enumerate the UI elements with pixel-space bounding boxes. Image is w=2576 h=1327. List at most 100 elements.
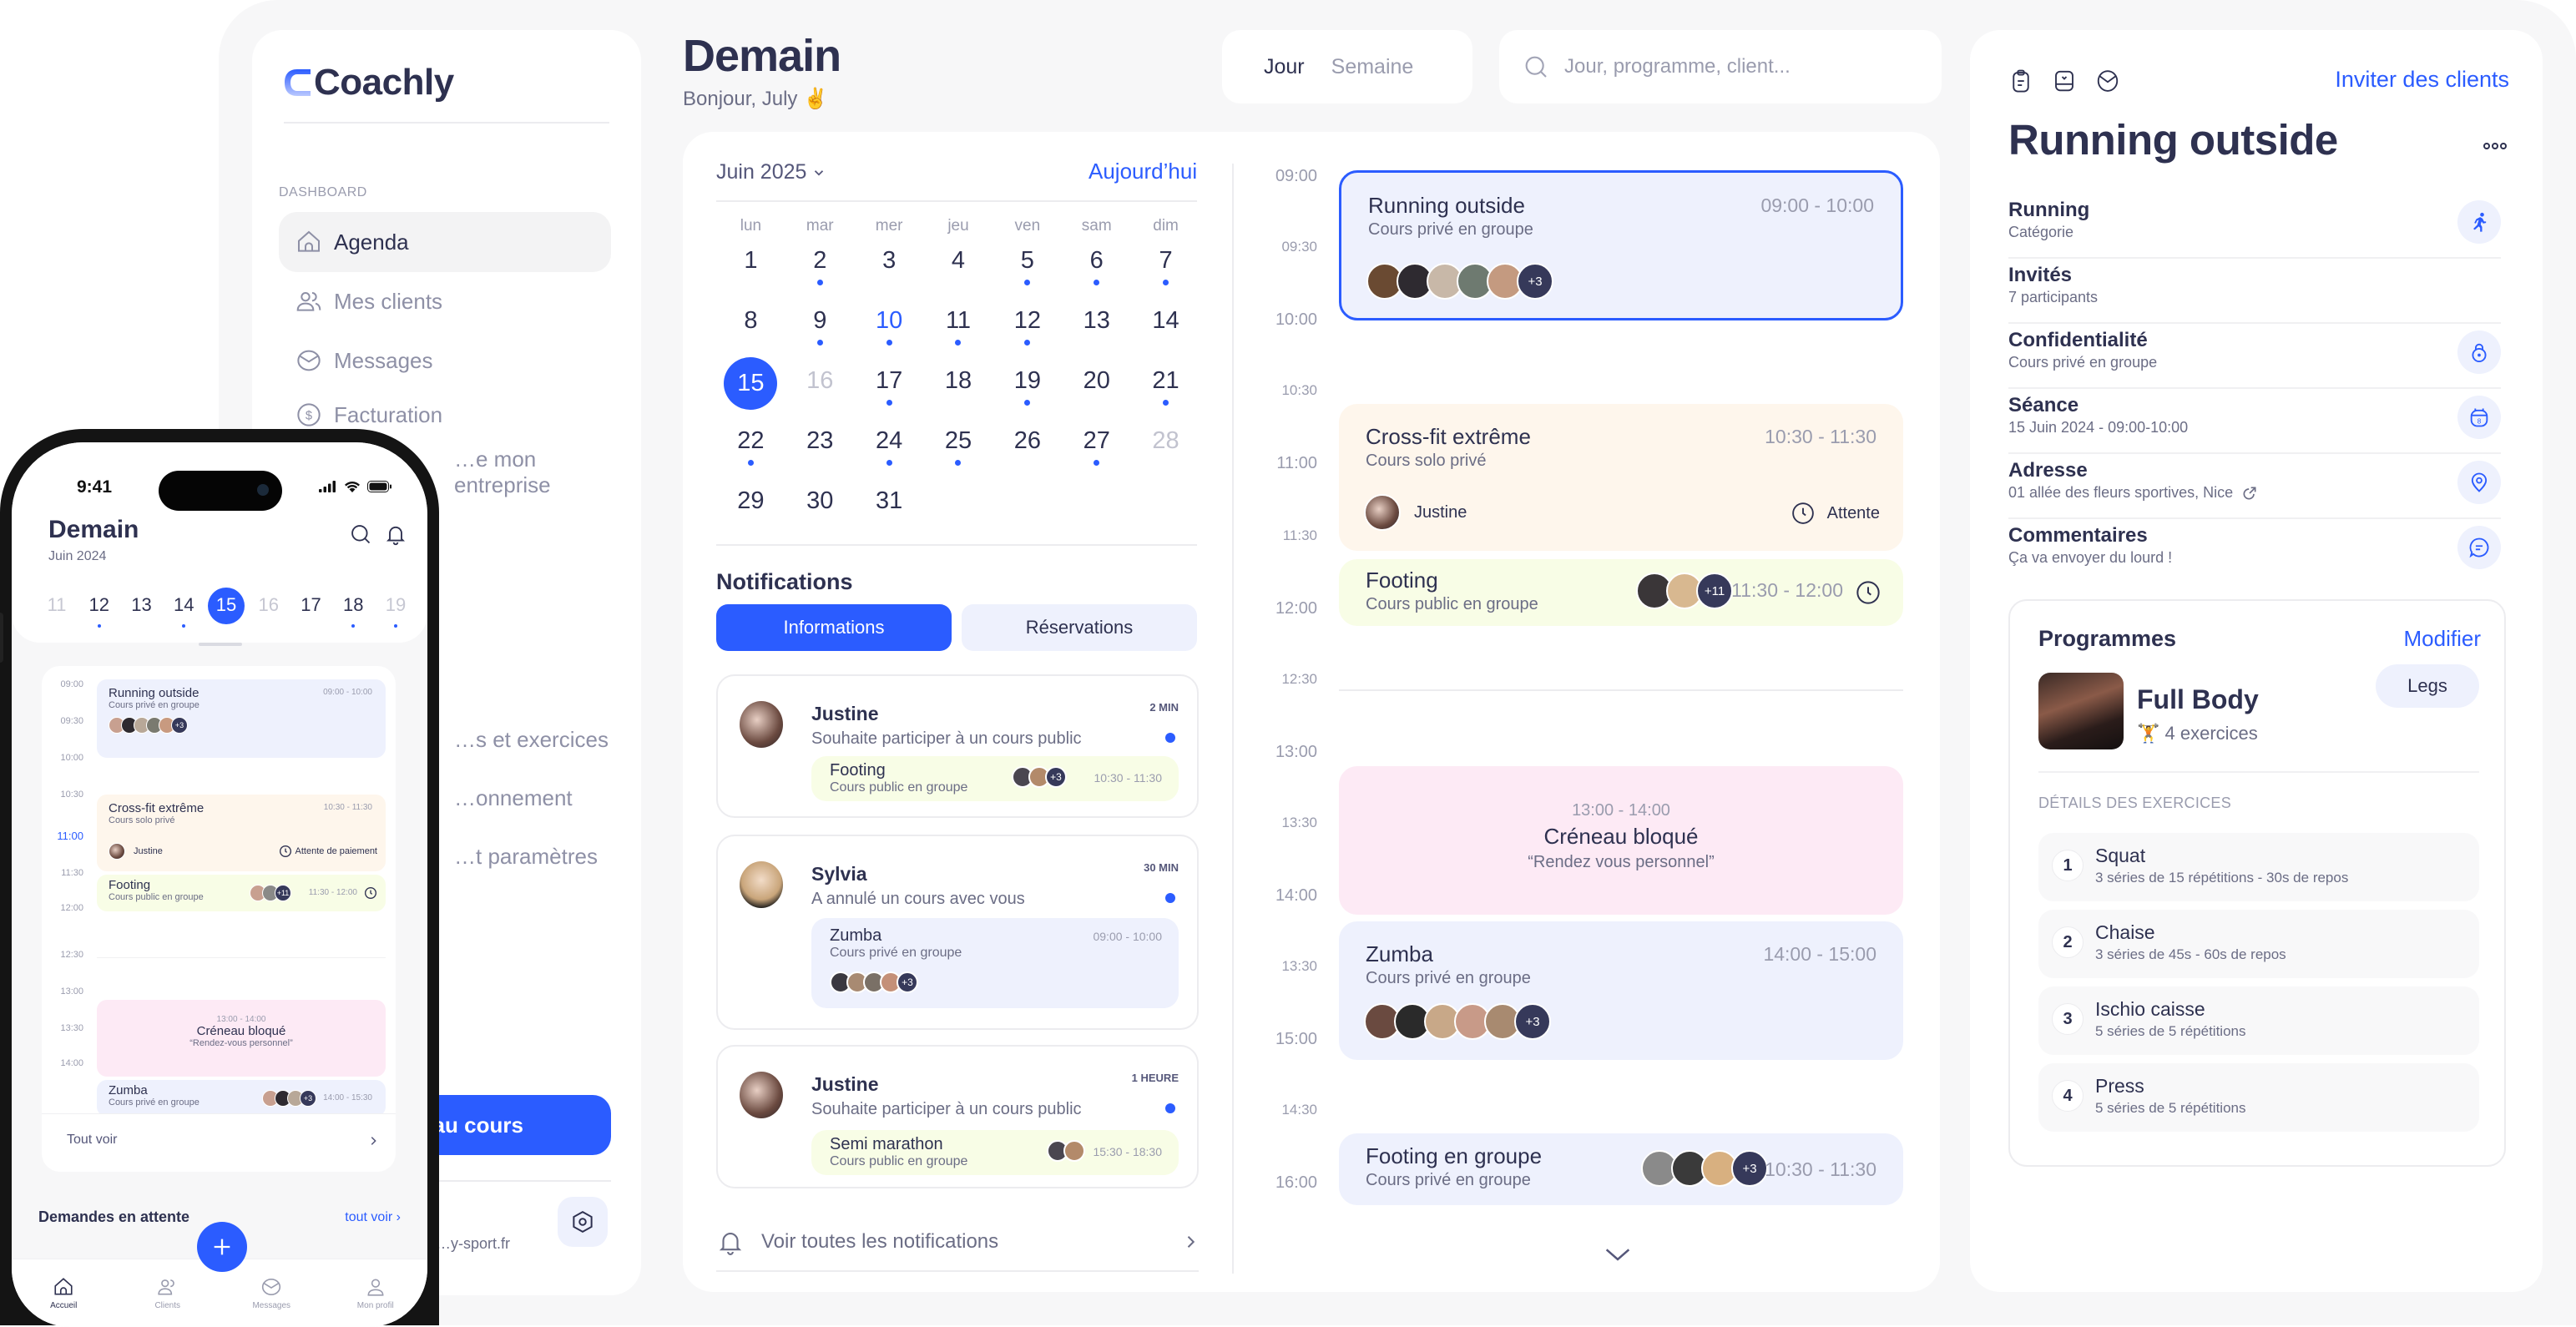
calendar-day[interactable]: 21 <box>1131 361 1200 421</box>
week-day[interactable]: 17 <box>293 586 330 626</box>
notification-course[interactable]: Zumba Cours privé en groupe +3 09:00 - 1… <box>811 918 1179 1008</box>
calendar-day[interactable]: 29 <box>716 481 785 541</box>
exercise-item[interactable]: 4 Press 5 séries de 5 répétitions <box>2038 1063 2479 1132</box>
nav-clients[interactable]: Clients <box>134 1276 201 1327</box>
calendar-day[interactable]: 27 <box>1062 421 1131 481</box>
settings-button[interactable] <box>558 1197 608 1247</box>
calendar-day[interactable]: 22 <box>716 421 785 481</box>
calendar-day[interactable]: 7 <box>1131 240 1200 300</box>
calendar-day[interactable]: 30 <box>785 481 855 541</box>
week-day[interactable]: 19 <box>377 586 414 628</box>
notification-item[interactable]: Justine Souhaite participer à un cours p… <box>716 1045 1199 1188</box>
calendar-day[interactable]: 20 <box>1062 361 1131 421</box>
calendar-day[interactable]: 17 <box>855 361 924 421</box>
view-day-tab[interactable]: Jour <box>1264 55 1305 79</box>
week-day[interactable]: 15 <box>208 586 245 626</box>
clipboard-icon[interactable] <box>2008 68 2033 93</box>
week-day[interactable]: 11 <box>38 586 75 626</box>
pending-see-all-link[interactable]: tout voir › <box>345 1210 401 1225</box>
sidebar-item-messages[interactable]: Messages <box>279 330 611 391</box>
calendar-day[interactable]: 13 <box>1062 300 1131 361</box>
detail-row-guests[interactable]: Invités 7 participants <box>2008 259 2501 324</box>
calendar-day[interactable]: 1 <box>716 240 785 300</box>
week-day[interactable]: 16 <box>250 586 287 626</box>
event-crossfit[interactable]: Cross-fit extrême Cours solo privé 10:30… <box>1339 404 1903 551</box>
mail-icon[interactable] <box>2095 68 2120 93</box>
nav-home[interactable]: Accueil <box>30 1276 97 1327</box>
calendar-day[interactable]: 4 <box>924 240 993 300</box>
calendar-day[interactable]: 8 <box>716 300 785 361</box>
time-label: 10:30 <box>1281 382 1317 398</box>
notification-course[interactable]: Footing Cours public en groupe +3 10:30 … <box>811 756 1179 801</box>
phone-event-running[interactable]: Running outside Cours privé en groupe 09… <box>97 679 386 758</box>
exercise-item[interactable]: 2 Chaise 3 séries de 45s - 60s de repos <box>2038 910 2479 978</box>
event-footing[interactable]: Footing Cours public en groupe +11 11:30… <box>1339 559 1903 626</box>
tab-informations[interactable]: Informations <box>716 604 952 651</box>
phone-event-zumba[interactable]: Zumba Cours privé en groupe +3 14:00 - 1… <box>97 1080 386 1117</box>
nav-messages[interactable]: Messages <box>238 1276 305 1327</box>
search-icon[interactable] <box>349 522 372 546</box>
view-week-tab[interactable]: Semaine <box>1331 55 1414 79</box>
month-selector[interactable]: Juin 2025 <box>716 160 826 184</box>
notification-course[interactable]: Semi marathon Cours public en groupe 15:… <box>811 1130 1179 1175</box>
privacy-button[interactable] <box>2457 330 2501 374</box>
address-button[interactable] <box>2457 461 2501 504</box>
week-day[interactable]: 13 <box>124 586 160 626</box>
exercise-item[interactable]: 3 Ischio caisse 5 séries de 5 répétition… <box>2038 986 2479 1055</box>
today-link[interactable]: Aujourd’hui <box>1088 159 1197 184</box>
session-button[interactable]: 8 <box>2457 396 2501 439</box>
calendar-day[interactable]: 2 <box>785 240 855 300</box>
event-blocked-slot[interactable]: 13:00 - 14:00 Créneau bloqué “Rendez vou… <box>1339 766 1903 915</box>
add-button[interactable] <box>197 1222 247 1272</box>
see-all-row[interactable]: Tout voir <box>42 1113 396 1172</box>
day-number: 23 <box>806 427 834 454</box>
external-link-icon[interactable] <box>2241 485 2258 502</box>
program-tag[interactable]: Legs <box>2376 664 2479 708</box>
event-footing-group[interactable]: Footing en groupe Cours privé en groupe … <box>1339 1133 1903 1205</box>
drag-handle[interactable] <box>199 643 242 646</box>
sidebar-item-agenda[interactable]: Agenda <box>279 212 611 272</box>
nav-profile[interactable]: Mon profil <box>342 1276 409 1327</box>
phone-event-footing[interactable]: Footing Cours public en groupe +11 11:30… <box>97 875 386 911</box>
notification-item[interactable]: Justine Souhaite participer à un cours p… <box>716 674 1199 818</box>
calendar-day[interactable]: 26 <box>993 421 1062 481</box>
calendar-day[interactable]: 31 <box>855 481 924 541</box>
sidebar-item-clients[interactable]: Mes clients <box>279 271 611 331</box>
calendar-day[interactable]: 19 <box>993 361 1062 421</box>
comments-button[interactable] <box>2457 526 2501 569</box>
calendar-day[interactable]: 3 <box>855 240 924 300</box>
exercise-item[interactable]: 1 Squat 3 séries de 15 répétitions - 30s… <box>2038 833 2479 901</box>
see-all-notifications[interactable]: Voir toutes les notifications <box>716 1217 1199 1267</box>
calendar-day[interactable]: 23 <box>785 421 855 481</box>
calendar-day[interactable]: 15 <box>716 357 785 421</box>
more-options-icon[interactable] <box>2483 140 2508 152</box>
invite-clients-link[interactable]: Inviter des clients <box>2335 67 2509 93</box>
notification-item[interactable]: Sylvia A annulé un cours avec vous 30 MI… <box>716 835 1199 1030</box>
calendar-day[interactable]: 28 <box>1131 421 1200 481</box>
calendar-day[interactable]: 9 <box>785 300 855 361</box>
week-day[interactable]: 14 <box>165 586 202 628</box>
tab-reservations[interactable]: Réservations <box>962 604 1197 651</box>
category-button[interactable] <box>2457 200 2501 244</box>
bell-icon[interactable] <box>384 522 407 546</box>
calendar-day[interactable]: 24 <box>855 421 924 481</box>
calendar-day[interactable]: 14 <box>1131 300 1200 361</box>
edit-program-link[interactable]: Modifier <box>2404 626 2481 652</box>
event-running-outside[interactable]: Running outside Cours privé en groupe 09… <box>1339 170 1903 320</box>
calendar-day[interactable]: 5 <box>993 240 1062 300</box>
chevron-down-icon[interactable] <box>1601 1239 1634 1272</box>
calendar-day[interactable]: 25 <box>924 421 993 481</box>
calendar-day[interactable]: 12 <box>993 300 1062 361</box>
week-day[interactable]: 12 <box>81 586 118 628</box>
calendar-day[interactable]: 10 <box>855 300 924 361</box>
week-day[interactable]: 18 <box>335 586 371 628</box>
calendar-day[interactable]: 11 <box>924 300 993 361</box>
archive-icon[interactable] <box>2052 68 2077 93</box>
calendar-day[interactable]: 18 <box>924 361 993 421</box>
calendar-day[interactable]: 16 <box>785 361 855 421</box>
search-input[interactable]: Jour, programme, client... <box>1499 30 1942 103</box>
calendar-day[interactable]: 6 <box>1062 240 1131 300</box>
phone-event-blocked[interactable]: 13:00 - 14:00 Créneau bloqué “Rendez-vou… <box>97 1000 386 1077</box>
phone-event-crossfit[interactable]: Cross-fit extrême Cours solo privé 10:30… <box>97 795 386 871</box>
event-zumba[interactable]: Zumba Cours privé en groupe 14:00 - 15:0… <box>1339 921 1903 1060</box>
